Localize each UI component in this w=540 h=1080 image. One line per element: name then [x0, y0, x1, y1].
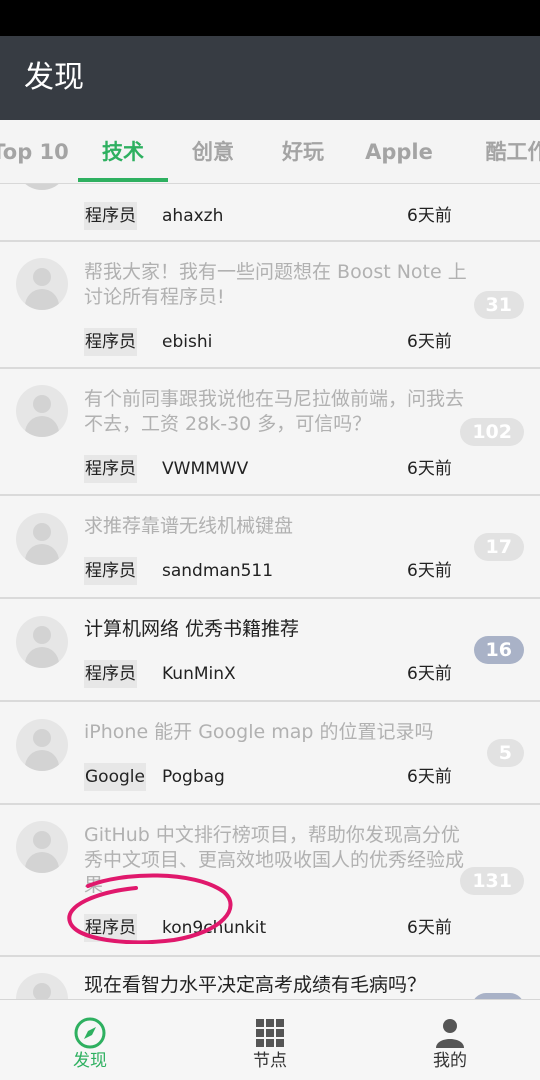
bottom-navigation: 发现 节点 我的 — [0, 999, 540, 1080]
nav-discover-label: 发现 — [73, 1051, 107, 1071]
app-bar: 发现 — [0, 36, 540, 120]
tab-tech[interactable]: 技术 — [78, 120, 168, 183]
author-name[interactable]: KunMinX — [162, 660, 236, 688]
tab-creative[interactable]: 创意 — [168, 120, 258, 183]
topic-title[interactable]: iPhone 能开 Google map 的位置记录吗 — [84, 720, 469, 745]
author-name[interactable]: ebishi — [162, 328, 212, 356]
post-time: 6天前 — [407, 561, 452, 581]
category-tab-bar[interactable]: Top 10 技术 创意 好玩 Apple 酷工作 — [0, 120, 540, 184]
post-time: 6天前 — [407, 206, 452, 226]
reply-count-badge: 102 — [460, 418, 524, 446]
status-bar — [0, 0, 540, 36]
topic-title[interactable]: 有个前同事跟我说他在马尼拉做前端，问我去不去，工资 28k-30 多，可信吗？ — [84, 387, 469, 437]
author-name[interactable]: VWMMWV — [162, 455, 248, 483]
page-title: 发现 — [24, 60, 84, 95]
nav-discover[interactable]: 发现 — [0, 1000, 180, 1080]
avatar[interactable] — [16, 616, 68, 668]
node-tag[interactable]: 程序员 — [84, 328, 137, 356]
avatar[interactable] — [16, 184, 68, 190]
node-tag[interactable]: 程序员 — [84, 202, 137, 230]
topic-title[interactable]: 计算机网络 优秀书籍推荐 — [84, 617, 469, 642]
post-time: 6天前 — [407, 664, 452, 684]
node-tag[interactable]: 程序员 — [84, 557, 137, 585]
avatar[interactable] — [16, 513, 68, 565]
node-tag[interactable]: Google — [84, 763, 146, 791]
avatar[interactable] — [16, 719, 68, 771]
avatar[interactable] — [16, 973, 68, 999]
topic-row[interactable]: iPhone 能开 Google map 的位置记录吗 5 Google Pog… — [0, 702, 540, 805]
reply-count-badge: 31 — [473, 291, 524, 319]
person-icon — [436, 1019, 464, 1048]
topic-row[interactable]: 有个前同事跟我说他在马尼拉做前端，问我去不去，工资 28k-30 多，可信吗？ … — [0, 369, 540, 496]
author-name[interactable]: ahaxzh — [162, 202, 223, 230]
author-name[interactable]: Pogbag — [162, 763, 225, 791]
author-name[interactable]: sandman511 — [162, 557, 273, 585]
topic-row[interactable]: 程序员 ahaxzh 6天前 — [0, 184, 540, 242]
topic-title[interactable]: 求推荐靠谱无线机械键盘 — [84, 514, 469, 539]
topic-title[interactable]: 帮我大家！我有一些问题想在 Boost Note 上讨论所有程序员! — [84, 260, 469, 310]
tab-cool-jobs[interactable]: 酷工作 — [462, 120, 540, 183]
nav-nodes[interactable]: 节点 — [180, 1000, 360, 1080]
reply-count-badge: 131 — [460, 867, 524, 895]
topic-row[interactable]: 计算机网络 优秀书籍推荐 16 程序员 KunMinX 6天前 — [0, 599, 540, 702]
post-time: 6天前 — [407, 918, 452, 938]
compass-icon — [74, 1017, 106, 1049]
topic-title[interactable]: 现在看智力水平决定高考成绩有毛病吗？ — [84, 973, 469, 998]
nav-nodes-label: 节点 — [253, 1051, 287, 1071]
topic-row[interactable]: 求推荐靠谱无线机械键盘 17 程序员 sandman511 6天前 — [0, 496, 540, 599]
node-tag[interactable]: 程序员 — [84, 660, 137, 688]
topic-row[interactable]: 现在看智力水平决定高考成绩有毛病吗？ — [0, 957, 540, 999]
tab-top10[interactable]: Top 10 — [0, 120, 78, 183]
avatar[interactable] — [16, 385, 68, 437]
node-tag[interactable]: 程序员 — [84, 455, 137, 483]
grid-icon — [256, 1019, 284, 1047]
post-time: 6天前 — [407, 459, 452, 479]
avatar[interactable] — [16, 258, 68, 310]
post-time: 6天前 — [407, 767, 452, 787]
reply-count-badge: 17 — [473, 533, 524, 561]
reply-count-badge: 5 — [486, 739, 524, 767]
active-tab-indicator — [78, 178, 168, 182]
post-time: 6天前 — [407, 332, 452, 352]
topic-row[interactable]: 帮我大家！我有一些问题想在 Boost Note 上讨论所有程序员! 31 程序… — [0, 242, 540, 369]
tab-fun[interactable]: 好玩 — [258, 120, 348, 183]
nav-profile-label: 我的 — [433, 1051, 467, 1071]
nav-profile[interactable]: 我的 — [360, 1000, 540, 1080]
tab-apple[interactable]: Apple — [348, 120, 450, 183]
reply-count-badge: 16 — [473, 636, 524, 664]
hand-drawn-circle-annotation — [67, 873, 233, 944]
avatar[interactable] — [16, 821, 68, 873]
